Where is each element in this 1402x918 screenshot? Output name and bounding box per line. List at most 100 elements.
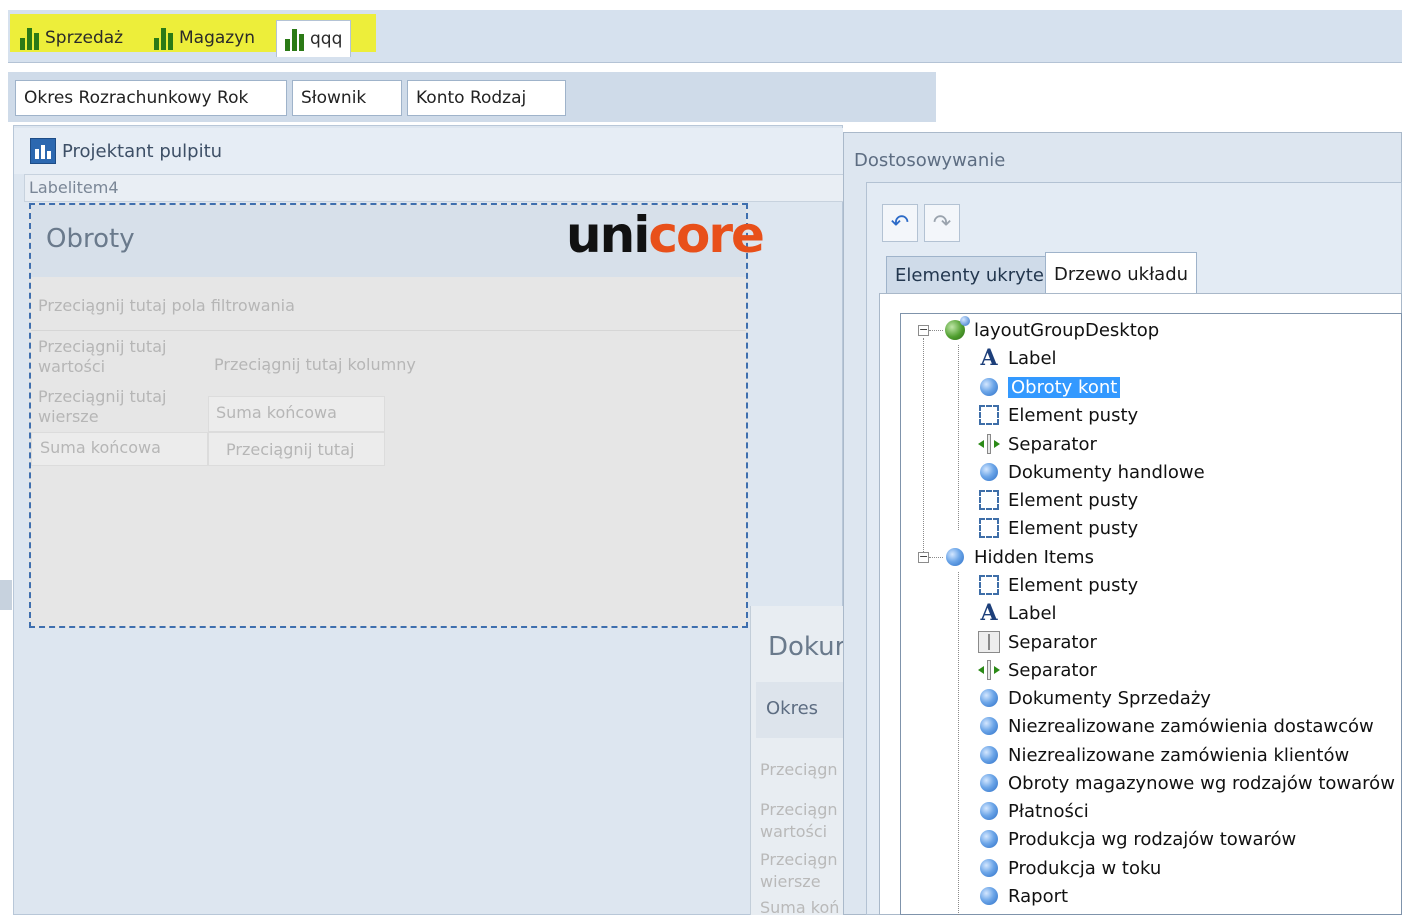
customization-title: Dostosowywanie [854, 150, 1006, 171]
tree-node-label: Obroty magazynowe wg rodzajów towarów [1008, 772, 1395, 794]
tree-node[interactable]: Separator [978, 431, 1097, 457]
tab-label: Magazyn [179, 28, 256, 48]
second-item-period: Okres [766, 698, 819, 719]
tree-node[interactable]: A Label [978, 600, 1056, 626]
separator-icon [978, 631, 1000, 653]
layout-tree[interactable] [900, 313, 1402, 915]
tree-node-label: Obroty kont [1008, 376, 1121, 398]
dashboard-designer-icon [30, 138, 56, 164]
tree-node-label: Element pusty [1008, 574, 1139, 596]
tree-node[interactable]: Raport [978, 883, 1068, 909]
group-icon [978, 461, 1000, 483]
tree-node-label: Płatności [1008, 800, 1089, 822]
designer-header: Projektant pulpitu [14, 128, 843, 174]
second-item-drag: Przeciągn [760, 760, 838, 779]
tree-node-selected[interactable]: Obroty kont [978, 374, 1121, 400]
empty-element-icon [978, 404, 1000, 426]
tree-node[interactable]: Niezrealizowane zamówienia dostawców [978, 713, 1374, 739]
tree-node-label: Niezrealizowane zamówienia klientów [1008, 744, 1350, 766]
group-icon [978, 715, 1000, 737]
filter-konto-rodzaj[interactable]: Konto Rodzaj [407, 80, 566, 116]
group-icon [978, 687, 1000, 709]
layout-group-icon [944, 316, 970, 341]
data-drop-label: Przeciągnij tutaj [226, 440, 355, 459]
bar-chart-icon [154, 26, 173, 50]
filter-okres-rozrachunkowy-rok[interactable]: Okres Rozrachunkowy Rok [15, 80, 287, 116]
splitter-icon [978, 433, 1000, 455]
grand-total-column: Suma końcowa [216, 403, 337, 422]
tree-line [958, 572, 959, 915]
group-icon [978, 828, 1000, 850]
tree-node[interactable]: Element pusty [978, 402, 1138, 428]
tree-node-hidden-items[interactable]: Hidden Items [944, 544, 1094, 570]
label-item[interactable]: Labelitem4 [24, 174, 844, 202]
tree-line [923, 338, 924, 558]
tree-node-label: Element pusty [1008, 404, 1139, 426]
second-item-values: wartości [760, 822, 828, 841]
redo-icon: ↷ [932, 210, 952, 236]
filter-label: Konto Rodzaj [416, 88, 527, 108]
tree-node[interactable]: Płatności [978, 798, 1089, 824]
tree-node[interactable]: Produkcja wg rodzajów towarów [978, 826, 1296, 852]
tree-node[interactable]: Element pusty [978, 515, 1138, 541]
group-icon [978, 772, 1000, 794]
values-drop-area[interactable]: Przeciągnij tutaj wartości [38, 337, 188, 377]
bar-chart-icon [285, 27, 304, 51]
group-icon [978, 800, 1000, 822]
tab-sprzedaz[interactable]: Sprzedaż [12, 20, 131, 56]
tab-magazyn[interactable]: Magazyn [146, 20, 263, 56]
tab-qqq[interactable]: qqq [276, 20, 352, 57]
tree-node-label: Element pusty [1008, 489, 1139, 511]
tree-node-label: layoutGroupDesktop [974, 319, 1160, 341]
tree-node[interactable]: Produkcja w toku [978, 855, 1161, 881]
tree-line [929, 557, 943, 558]
filter-drop-area[interactable]: Przeciągnij tutaj pola filtrowania [38, 296, 295, 316]
second-item-title: Dokur [768, 632, 846, 662]
tree-node-label: Dokumenty Sprzedaży [1008, 687, 1211, 709]
tree-node[interactable]: Element pusty [978, 572, 1138, 598]
filter-slownik[interactable]: Słownik [292, 80, 402, 116]
grand-total-row: Suma końcowa [40, 438, 161, 457]
tree-node[interactable]: Separator [978, 657, 1097, 683]
tab-label: Sprzedaż [45, 28, 124, 48]
tab-label: Elementy ukryte [895, 264, 1044, 286]
tree-node[interactable]: Dokumenty handlowe [978, 459, 1205, 485]
tree-node-label: Produkcja wg rodzajów towarów [1008, 828, 1297, 850]
unicore-logo: unicore [566, 206, 765, 264]
tree-node-label: Produkcja w toku [1008, 857, 1162, 879]
empty-element-icon [978, 517, 1000, 539]
group-icon [978, 376, 1000, 398]
collapse-icon[interactable]: − [918, 551, 929, 563]
group-icon [978, 885, 1000, 907]
divider [31, 330, 746, 331]
tree-node[interactable]: Separator [978, 629, 1097, 655]
tab-hidden-elements[interactable]: Elementy ukryte [886, 256, 1053, 294]
second-item-drag: Przeciągn [760, 800, 838, 819]
tree-node-root[interactable]: layoutGroupDesktop [944, 316, 1160, 343]
tab-layout-tree[interactable]: Drzewo układu [1045, 252, 1198, 295]
second-item-total: Suma koń [760, 898, 840, 917]
tree-node-label: Hidden Items [974, 546, 1094, 568]
tree-node[interactable]: Niezrealizowane zamówienia klientów [978, 742, 1349, 768]
empty-element-icon [978, 489, 1000, 511]
bar-chart-icon [20, 26, 39, 50]
tree-node[interactable]: Dokumenty Sprzedaży [978, 685, 1211, 711]
undo-icon: ↶ [890, 210, 910, 236]
tree-node[interactable]: A Label [978, 345, 1056, 371]
redo-button[interactable]: ↷ [924, 204, 960, 242]
empty-element-icon [978, 574, 1000, 596]
second-item-rows: wiersze [760, 872, 821, 891]
columns-drop-area[interactable]: Przeciągnij tutaj kolumny [214, 355, 416, 375]
tree-node[interactable]: Obroty magazynowe wg rodzajów towarów [978, 770, 1395, 796]
tree-node-label: Raport [1008, 885, 1069, 907]
group-icon [978, 857, 1000, 879]
tree-node-label: Separator [1008, 631, 1097, 653]
tab-label: Drzewo układu [1054, 263, 1189, 285]
tree-line [958, 345, 959, 530]
undo-button[interactable]: ↶ [882, 204, 918, 242]
collapse-icon[interactable]: − [918, 324, 929, 336]
tree-node[interactable]: Element pusty [978, 487, 1138, 513]
rows-drop-area[interactable]: Przeciągnij tutaj wiersze [38, 387, 188, 427]
tree-line [929, 330, 943, 331]
left-scroll-handle[interactable] [0, 580, 12, 610]
